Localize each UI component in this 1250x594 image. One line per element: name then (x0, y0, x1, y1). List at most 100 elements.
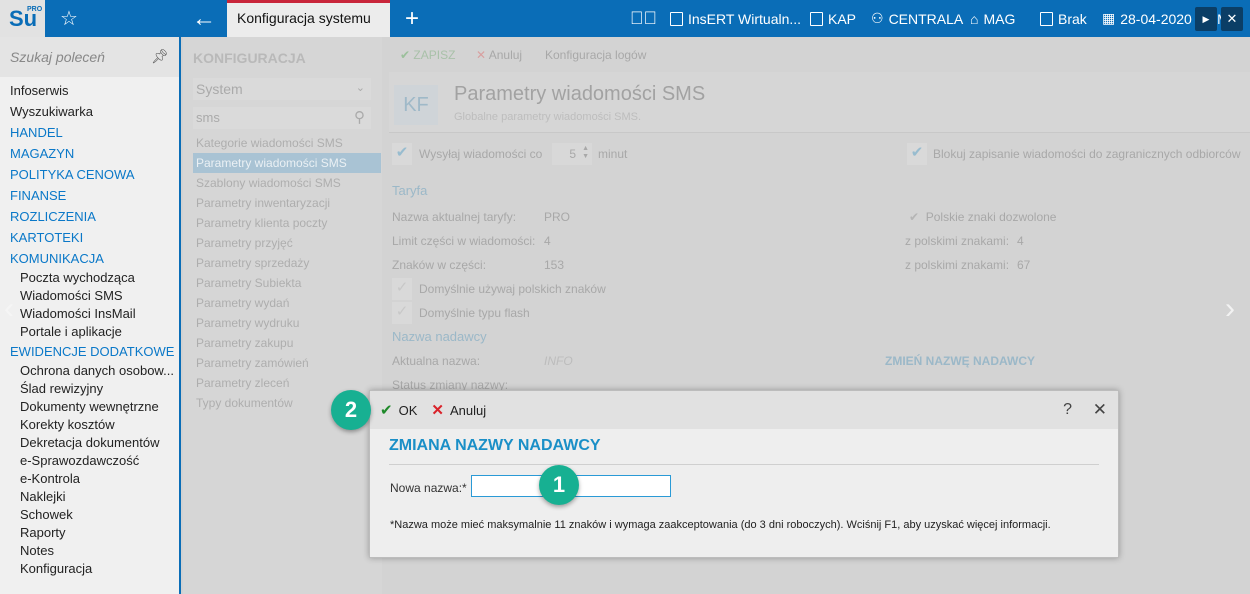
sidebar-item[interactable]: Konfiguracja (0, 560, 179, 578)
sidebar-item[interactable]: KARTOTEKI (0, 227, 179, 248)
help-button[interactable]: ? (1063, 401, 1072, 419)
date-selector[interactable]: ▦ 28-04-2020 POMO (1102, 0, 1240, 37)
sidebar-item[interactable]: Korekty kosztów (0, 416, 179, 434)
config-list-item[interactable]: Kategorie wiadomości SMS (193, 133, 381, 153)
warehouse-icon: ⌂ (970, 10, 979, 27)
close-button[interactable]: ✕ (1221, 7, 1243, 31)
config-list-item[interactable]: Parametry zakupu (193, 333, 381, 353)
sidebar-item[interactable]: Naklejki (0, 488, 179, 506)
tariff-section-title: Taryfa (392, 183, 428, 198)
group-dropdown[interactable]: System ⌄ (193, 78, 371, 100)
limit-label: Limit części w wiadomości: (392, 234, 536, 248)
branch-selector[interactable]: ⚇ CENTRALA (871, 0, 963, 37)
next-arrow-icon[interactable]: › (1225, 292, 1235, 326)
sidebar-item[interactable]: Dokumenty wewnętrzne (0, 398, 179, 416)
tariff-name-value: PRO (544, 210, 571, 224)
chars-pl-value: 67 (1017, 258, 1031, 272)
status-check-icon[interactable]: ✓⃝ (630, 0, 657, 37)
sidebar-item[interactable]: Notes (0, 542, 179, 560)
prev-arrow-icon[interactable]: ‹ (4, 292, 14, 326)
change-sender-dialog: ✔ OK ✕ Anuluj ? ✕ ZMIANA NAZWY NADAWCY Now… (369, 390, 1119, 558)
sender-section-title: Nazwa nadawcy (392, 329, 487, 344)
dialog-close-icon[interactable]: ✕ (1093, 400, 1107, 420)
favorites-star-icon[interactable]: ☆ (60, 0, 78, 37)
step-2-annotation: 2 (331, 390, 371, 430)
sidebar: Szukaj poleceń 📌︎ Infoserwis Wyszukiwarka H… (0, 37, 181, 594)
block-foreign-checkbox[interactable]: ✔ (907, 143, 927, 165)
sidebar-item[interactable]: Schowek (0, 506, 179, 524)
calendar-icon: ▦ (1102, 10, 1116, 26)
sidebar-item[interactable]: EWIDENCJE DODATKOWE (0, 341, 179, 362)
polish-allowed-indicator: ✔ Polskie znaki dozwolone (909, 210, 1057, 224)
sidebar-item[interactable]: FINANSE (0, 185, 179, 206)
config-list-item[interactable]: Szablony wiadomości SMS (193, 173, 381, 193)
sidebar-item[interactable]: Ślad rewizyjny (0, 380, 179, 398)
config-panel: KONFIGURACJA System ⌄ sms ⚲ Kategorie wiad… (183, 37, 382, 594)
user-icon (810, 11, 823, 26)
sidebar-menu: Infoserwis Wyszukiwarka HANDEL MAGAZYN POLIT… (0, 77, 179, 578)
sidebar-item[interactable]: POLITYKA CENOWA (0, 164, 179, 185)
current-name-label: Aktualna nazwa: (392, 354, 481, 368)
dialog-title: ZMIANA NAZWY NADAWCY (389, 437, 601, 454)
save-button[interactable]: ✔ ZAPISZ (400, 48, 455, 62)
default-polish-checkbox[interactable]: ✓ (392, 278, 412, 300)
top-bar: Su PRO ☆ ← Konfiguracja systemu + ✓⃝ InsE… (0, 0, 1250, 37)
config-list-item[interactable]: Parametry sprzedaży (193, 253, 381, 273)
config-list-item[interactable]: Parametry wydruku (193, 313, 381, 333)
search-icon: ⚲ (354, 109, 365, 126)
sidebar-item[interactable]: Ochrona danych osobow... (0, 362, 179, 380)
tariff-name-label: Nazwa aktualnej taryfy: (392, 210, 517, 224)
logs-config-button[interactable]: Konfiguracja logów (545, 48, 646, 62)
sidebar-item[interactable]: Wyszukiwarka (0, 101, 179, 122)
config-search-input[interactable]: sms ⚲ (193, 107, 371, 129)
config-list-item[interactable]: Parametry inwentaryzacji (193, 193, 381, 213)
sidebar-item[interactable]: Dekretacja dokumentów (0, 434, 179, 452)
sidebar-item[interactable]: Wiadomości SMS (0, 287, 179, 305)
company-icon (670, 11, 683, 26)
page-subtitle: Globalne parametry wiadomości SMS. (454, 111, 642, 123)
company-selector[interactable]: InsERT Wirtualn... (670, 0, 801, 37)
config-list-item[interactable]: Parametry przyjęć (193, 233, 381, 253)
sidebar-item[interactable]: Wiadomości InsMail (0, 305, 179, 323)
default-flash-label: Domyślnie typu flash (419, 306, 530, 320)
new-name-label: Nowa nazwa:* (390, 481, 467, 495)
command-search-input[interactable]: Szukaj poleceń 📌︎ (0, 37, 179, 77)
back-arrow-icon[interactable]: ← (192, 0, 216, 37)
divider (389, 464, 1099, 465)
org-structure-icon: ⚇ (871, 10, 884, 26)
new-tab-plus-icon[interactable]: + (405, 0, 419, 37)
send-every-checkbox[interactable]: ✔ (392, 143, 412, 165)
sidebar-item[interactable]: Infoserwis (0, 80, 179, 101)
default-flash-checkbox[interactable]: ✓ (392, 302, 412, 324)
module-badge: KF (394, 85, 438, 125)
tab-konfiguracja-systemu[interactable]: Konfiguracja systemu (227, 0, 390, 37)
sidebar-item[interactable]: e-Kontrola (0, 470, 179, 488)
scroll-right-button[interactable]: ▶ (1195, 7, 1217, 31)
app-logo[interactable]: Su PRO (0, 0, 45, 37)
send-every-label: Wysyłaj wiadomości co (419, 147, 543, 161)
dialog-cancel-button[interactable]: ✕ Anuluj (431, 401, 486, 419)
pin-icon[interactable]: 📌︎ (151, 48, 169, 65)
sidebar-item[interactable]: KOMUNIKACJA (0, 248, 179, 269)
config-list-item[interactable]: Parametry zamówień (193, 353, 381, 373)
register-selector[interactable]: Brak (1040, 0, 1087, 37)
config-list-item[interactable]: Parametry wydań (193, 293, 381, 313)
warehouse-selector[interactable]: ⌂ MAG (970, 0, 1015, 37)
sidebar-item[interactable]: ROZLICZENIA (0, 206, 179, 227)
send-every-stepper[interactable]: 5 ▲ ▼ (552, 143, 592, 165)
config-list-item[interactable]: Parametry Subiekta (193, 273, 381, 293)
stepper-arrows-icon[interactable]: ▲ ▼ (582, 145, 589, 161)
current-name-value: INFO (544, 354, 573, 368)
sidebar-item[interactable]: MAGAZYN (0, 143, 179, 164)
config-list-item[interactable]: Parametry wiadomości SMS (193, 153, 381, 173)
config-list-item[interactable]: Parametry klienta poczty (193, 213, 381, 233)
change-sender-name-link[interactable]: ZMIEŃ NAZWĘ NADAWCY (885, 354, 1035, 368)
sidebar-item[interactable]: Raporty (0, 524, 179, 542)
sidebar-item[interactable]: HANDEL (0, 122, 179, 143)
ok-button[interactable]: ✔ OK (380, 401, 417, 419)
cancel-button[interactable]: ✕ Anuluj (476, 48, 522, 62)
sidebar-item[interactable]: e-Sprawozdawczość (0, 452, 179, 470)
sidebar-item[interactable]: Poczta wychodząca (0, 269, 179, 287)
sidebar-item[interactable]: Portale i aplikacje (0, 323, 179, 341)
user-selector[interactable]: KAP (810, 0, 856, 37)
